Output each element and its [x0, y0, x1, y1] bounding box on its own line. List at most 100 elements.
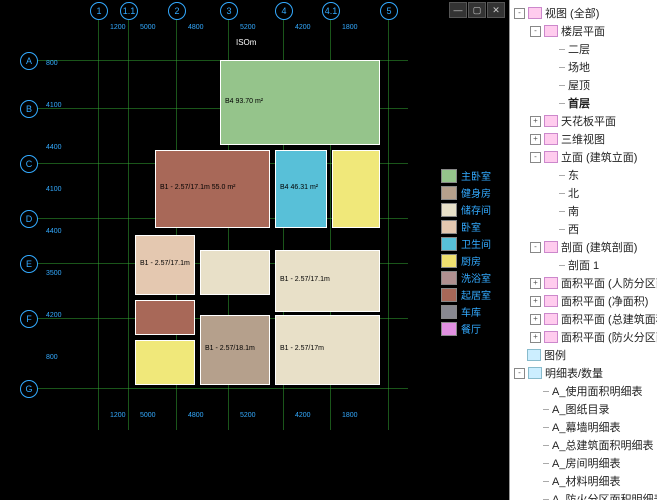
legend-label: 健身房	[461, 185, 491, 200]
room-label: B1 - 2.57/17.1m	[140, 260, 190, 267]
legend-row: 卧室	[441, 219, 491, 234]
collapse-icon[interactable]: -	[530, 26, 541, 37]
expand-icon[interactable]: +	[530, 314, 541, 325]
collapse-icon[interactable]: -	[530, 152, 541, 163]
tree-item-label: A_幕墙明细表	[552, 419, 620, 435]
room-label: B1 - 2.57/17m	[280, 345, 324, 352]
tree-item[interactable]: + 面积平面 (总建筑面积)	[510, 310, 657, 328]
tree-item-label: 二层	[568, 41, 590, 57]
tree-item[interactable]: -楼层平面	[510, 22, 657, 40]
tree-item[interactable]: A_总建筑面积明细表	[510, 436, 657, 454]
tree-item[interactable]: A_使用面积明细表	[510, 382, 657, 400]
tree-item-label: 北	[568, 185, 579, 201]
collapse-icon[interactable]: -	[514, 8, 525, 19]
tree-item-label: 天花板平面	[561, 113, 616, 129]
legend-label: 卧室	[461, 219, 481, 234]
tree-item[interactable]: A_材料明细表	[510, 472, 657, 490]
dim-top: 5000	[140, 24, 156, 31]
dim-top: 4200	[295, 24, 311, 31]
legend-label: 车库	[461, 304, 481, 319]
tree-item[interactable]: 北	[510, 184, 657, 202]
tree-leaf-icon	[543, 424, 549, 430]
tree-item-label: 面积平面 (净面积)	[561, 293, 648, 309]
folder-icon	[544, 115, 558, 127]
tree-item[interactable]: A_幕墙明细表	[510, 418, 657, 436]
legend-swatch	[441, 271, 457, 285]
dim-bottom: 4800	[188, 412, 204, 419]
tree-item-label: A_图纸目录	[552, 401, 609, 417]
tree-item-label: 南	[568, 203, 579, 219]
maximize-button[interactable]: ▢	[468, 2, 486, 18]
tree-item[interactable]: A_房间明细表	[510, 454, 657, 472]
tree-item-label: 面积平面 (总建筑面积)	[561, 311, 657, 327]
legend-row: 健身房	[441, 185, 491, 200]
room-fill: B4 46.31 m²	[275, 150, 327, 228]
tree-item-label: 图例	[544, 347, 566, 363]
close-button[interactable]: ✕	[487, 2, 505, 18]
tree-item[interactable]: + 面积平面 (防火分区面积)	[510, 328, 657, 346]
folder-icon	[544, 25, 558, 37]
tree-item-label: 明细表/数量	[545, 365, 603, 381]
folder-icon	[544, 331, 558, 343]
tree-item[interactable]: + 天花板平面	[510, 112, 657, 130]
tree-item[interactable]: + 面积平面 (净面积)	[510, 292, 657, 310]
grid-row-label: G	[20, 380, 38, 398]
legend-swatch	[441, 305, 457, 319]
dim-left: 800	[46, 354, 58, 361]
minimize-button[interactable]: —	[449, 2, 467, 18]
dim-bottom: 5000	[140, 412, 156, 419]
tree-item[interactable]: 东	[510, 166, 657, 184]
floor-plan: 11.12344.15ABCDEFG1200500048005200420018…	[100, 60, 380, 450]
tree-leaf-icon	[543, 460, 549, 466]
tree-item[interactable]: A_防火分区面积明细表	[510, 490, 657, 500]
legend-label: 厨房	[461, 253, 481, 268]
tree-item[interactable]: -立面 (建筑立面)	[510, 148, 657, 166]
tree-item[interactable]: 首层	[510, 94, 657, 112]
tree-item-label: 面积平面 (防火分区面积)	[561, 329, 657, 345]
tree-item[interactable]: 剖面 1	[510, 256, 657, 274]
collapse-icon[interactable]: -	[530, 242, 541, 253]
dim-top: 1800	[342, 24, 358, 31]
tree-item[interactable]: 南	[510, 202, 657, 220]
tree-item[interactable]: 屋顶	[510, 76, 657, 94]
dim-left: 4400	[46, 144, 62, 151]
legend-row: 洗浴室	[441, 270, 491, 285]
tree-item-label: 面积平面 (人防分区面积)	[561, 275, 657, 291]
grid-row-label: C	[20, 155, 38, 173]
tree-item-label: 东	[568, 167, 579, 183]
room-label: B1 - 2.57/17.1m	[280, 276, 330, 283]
tree-item[interactable]: +三维视图	[510, 130, 657, 148]
collapse-icon[interactable]: -	[514, 368, 525, 379]
window-controls: — ▢ ✕	[449, 2, 505, 18]
project-browser[interactable]: -视图 (全部)-楼层平面二层场地屋顶首层 + 天花板平面+三维视图-立面 (建筑立…	[509, 0, 657, 500]
dim-bottom: 1800	[342, 412, 358, 419]
room-fill: B1 - 2.57/17m	[275, 315, 380, 385]
expand-icon[interactable]: +	[530, 116, 541, 127]
tree-item[interactable]: 二层	[510, 40, 657, 58]
room-fill	[332, 150, 380, 228]
legend-swatch	[441, 322, 457, 336]
dim-top: 4800	[188, 24, 204, 31]
expand-icon[interactable]: +	[530, 296, 541, 307]
expand-icon[interactable]: +	[530, 278, 541, 289]
dim-left: 4200	[46, 312, 62, 319]
tree-item-label: A_防火分区面积明细表	[552, 491, 657, 500]
tree-item[interactable]: 场地	[510, 58, 657, 76]
expand-icon[interactable]: +	[530, 134, 541, 145]
drawing-ref: ISOm	[236, 38, 256, 47]
tree-item[interactable]: A_图纸目录	[510, 400, 657, 418]
tree-item[interactable]: 图例	[510, 346, 657, 364]
tree-item[interactable]: + 面积平面 (人防分区面积)	[510, 274, 657, 292]
dim-bottom: 1200	[110, 412, 126, 419]
tree-item[interactable]: - 明细表/数量	[510, 364, 657, 382]
legend-row: 起居室	[441, 287, 491, 302]
tree-item[interactable]: -剖面 (建筑剖面)	[510, 238, 657, 256]
tree-item[interactable]: 西	[510, 220, 657, 238]
tree-item-label: A_使用面积明细表	[552, 383, 642, 399]
legend-row: 储存间	[441, 202, 491, 217]
cad-viewport[interactable]: — ▢ ✕ ISOm 11.12344.15ABCDEFG12005000480…	[0, 0, 509, 500]
legend-label: 起居室	[461, 287, 491, 302]
expand-icon[interactable]: +	[530, 332, 541, 343]
tree-item[interactable]: -视图 (全部)	[510, 4, 657, 22]
dim-bottom: 4200	[295, 412, 311, 419]
